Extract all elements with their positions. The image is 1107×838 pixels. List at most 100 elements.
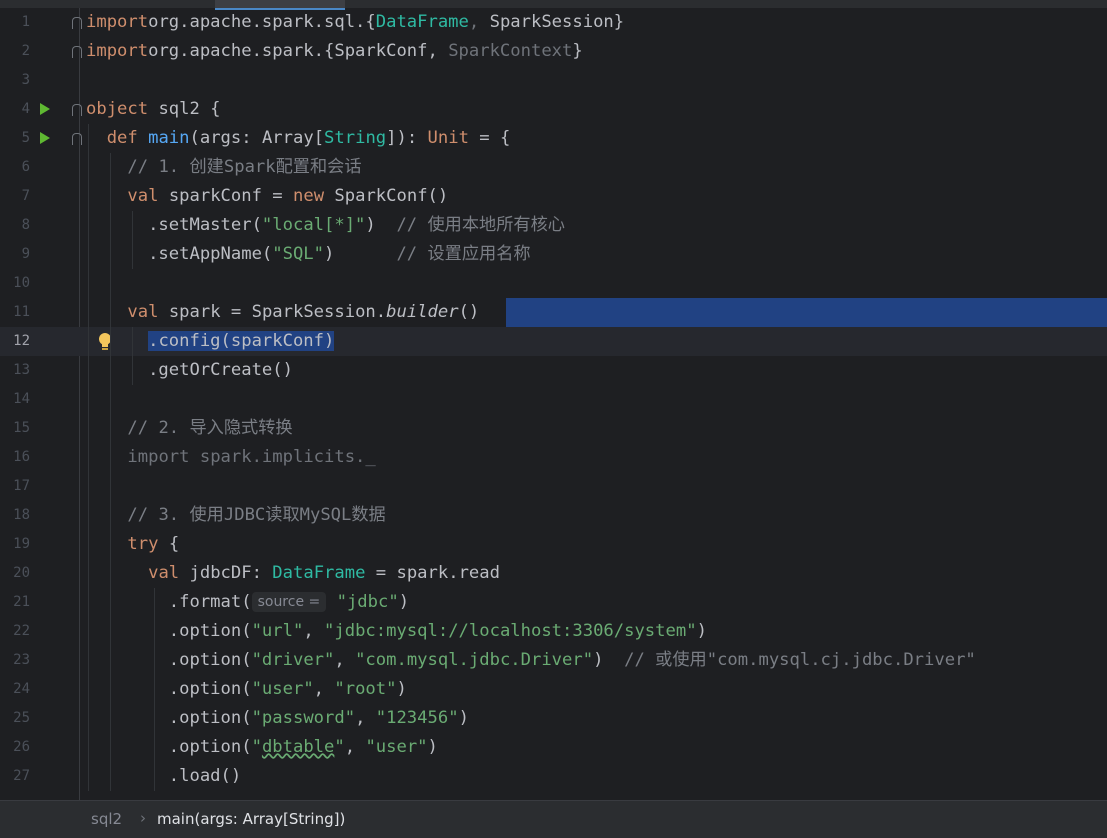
code-text: val spark = SparkSession.builder() xyxy=(86,298,479,327)
indent-guide xyxy=(132,327,133,385)
code-token: } xyxy=(572,41,583,61)
code-token: main xyxy=(148,128,190,148)
code-line[interactable]: 6 // 1. 创建Spark配置和会话 xyxy=(0,153,1107,182)
code-line[interactable]: 11 val spark = SparkSession.builder() xyxy=(0,298,1107,327)
code-line[interactable]: 22 .option("url", "jdbc:mysql://localhos… xyxy=(0,617,1107,646)
code-line[interactable]: 19 try { xyxy=(0,530,1107,559)
code-line[interactable]: 16 import spark.implicits._ xyxy=(0,443,1107,472)
line-number: 10 xyxy=(13,275,30,291)
code-token: ) xyxy=(427,737,438,757)
code-line[interactable]: 13 .getOrCreate() xyxy=(0,356,1107,385)
code-text: .setMaster("local[*]") // 使用本地所有核心 xyxy=(86,211,565,240)
code-token: " xyxy=(251,737,262,757)
line-number: 8 xyxy=(21,217,30,233)
code-line[interactable]: 10 xyxy=(0,269,1107,298)
code-token: .config(sparkConf) xyxy=(148,331,335,351)
code-line[interactable]: 7 val sparkConf = new SparkConf() xyxy=(0,182,1107,211)
code-line[interactable]: 26 .option("dbtable", "user") xyxy=(0,733,1107,762)
code-token: ) xyxy=(396,679,407,699)
fold-icon[interactable] xyxy=(72,17,82,29)
code-token: val xyxy=(127,186,169,206)
code-editor[interactable]: 1 importorg.apache.spark.sql.{DataFrame, … xyxy=(0,0,1107,800)
code-token: DataFrame xyxy=(375,12,469,32)
code-line[interactable]: 8 .setMaster("local[*]") // 使用本地所有核心 xyxy=(0,211,1107,240)
code-line[interactable]: 1 importorg.apache.spark.sql.{DataFrame, … xyxy=(0,8,1107,37)
fold-icon[interactable] xyxy=(72,133,82,145)
code-token: SparkConf() xyxy=(334,186,449,206)
code-text: import spark.implicits._ xyxy=(86,443,376,472)
code-line[interactable]: 21 .format(source = "jdbc") xyxy=(0,588,1107,617)
run-icon[interactable] xyxy=(40,132,50,144)
code-token: ) xyxy=(365,215,397,235)
code-line[interactable]: 14 xyxy=(0,385,1107,414)
fold-icon[interactable] xyxy=(72,104,82,116)
code-line[interactable]: 25 .option("password", "123456") xyxy=(0,704,1107,733)
code-token: org.apache.spark.sql.{ xyxy=(148,12,376,32)
parameter-hint: source = xyxy=(251,592,327,612)
code-text: // 1. 创建Spark配置和会话 xyxy=(86,153,362,182)
code-line[interactable]: 24 .option("user", "root") xyxy=(0,675,1107,704)
code-text: val sparkConf = new SparkConf() xyxy=(86,182,448,211)
line-number: 22 xyxy=(13,623,30,639)
code-text: val jdbcDF: DataFrame = spark.read xyxy=(86,559,500,588)
run-icon[interactable] xyxy=(40,103,50,115)
code-token: // 1. 创建Spark配置和会话 xyxy=(127,157,362,177)
code-token: , xyxy=(303,621,325,641)
code-text: .format(source = "jdbc") xyxy=(86,588,409,617)
code-token: , xyxy=(344,737,366,757)
code-token: "123456" xyxy=(375,708,459,728)
code-token: sql2 { xyxy=(158,99,221,119)
breadcrumb: sql2 › main(args: Array[String]) xyxy=(0,800,1107,838)
code-line[interactable]: 20 val jdbcDF: DataFrame = spark.read xyxy=(0,559,1107,588)
code-line[interactable]: 3 xyxy=(0,66,1107,95)
code-text: // 3. 使用JDBC读取MySQL数据 xyxy=(86,501,386,530)
line-number: 25 xyxy=(13,710,30,726)
code-token: , xyxy=(355,708,376,728)
code-token: "jdbc:mysql://localhost:3306/system" xyxy=(324,621,697,641)
code-token: (args: Array[ xyxy=(189,128,325,148)
code-token: "user" xyxy=(365,737,428,757)
code-line[interactable]: 18 // 3. 使用JDBC读取MySQL数据 xyxy=(0,501,1107,530)
code-token: sparkConf = xyxy=(168,186,293,206)
code-text: .option("url", "jdbc:mysql://localhost:3… xyxy=(86,617,707,646)
indent-guide xyxy=(154,588,155,791)
code-token: // 3. 使用JDBC读取MySQL数据 xyxy=(127,505,386,525)
code-text: .getOrCreate() xyxy=(86,356,293,385)
code-token: ) xyxy=(398,592,410,612)
breadcrumb-method[interactable]: main(args: Array[String]) xyxy=(157,810,345,828)
code-line[interactable]: 23 .option("driver", "com.mysql.jdbc.Dri… xyxy=(0,646,1107,675)
code-line[interactable]: 27 .load() xyxy=(0,762,1107,791)
line-number: 17 xyxy=(13,478,30,494)
code-token: .setAppName( xyxy=(86,244,273,264)
code-token: import spark.implicits._ xyxy=(127,447,376,467)
code-line[interactable]: 9 .setAppName("SQL") // 设置应用名称 xyxy=(0,240,1107,269)
line-number: 24 xyxy=(13,681,30,697)
code-token: String xyxy=(324,128,387,148)
code-text: .config(sparkConf) xyxy=(86,327,335,356)
chevron-right-icon: › xyxy=(140,809,146,827)
indent-guide xyxy=(88,124,89,791)
fold-icon[interactable] xyxy=(72,46,82,58)
code-token: object xyxy=(86,99,159,119)
code-line[interactable]: 2 importorg.apache.spark.{SparkConf, Spar… xyxy=(0,37,1107,66)
code-token: "local[*]" xyxy=(261,215,366,235)
line-number: 21 xyxy=(13,594,30,610)
code-line[interactable]: 15 // 2. 导入隐式转换 xyxy=(0,414,1107,443)
breadcrumb-object[interactable]: sql2 xyxy=(91,810,122,828)
code-token: , xyxy=(468,12,490,32)
code-token: "password" xyxy=(251,708,356,728)
code-token: SparkContext xyxy=(448,41,573,61)
code-line[interactable]: 12 .config(sparkConf) xyxy=(0,327,1107,356)
line-number: 5 xyxy=(21,130,30,146)
code-text: importorg.apache.spark.{SparkConf, Spark… xyxy=(86,37,583,66)
code-line[interactable]: 5 def main(args: Array[String]): Unit = … xyxy=(0,124,1107,153)
code-line[interactable]: 4 object sql2 { xyxy=(0,95,1107,124)
code-line[interactable]: 17 xyxy=(0,472,1107,501)
code-token: .setMaster( xyxy=(86,215,262,235)
code-token: "SQL" xyxy=(272,244,325,264)
code-token: "driver" xyxy=(251,650,335,670)
code-token: import xyxy=(86,41,149,61)
